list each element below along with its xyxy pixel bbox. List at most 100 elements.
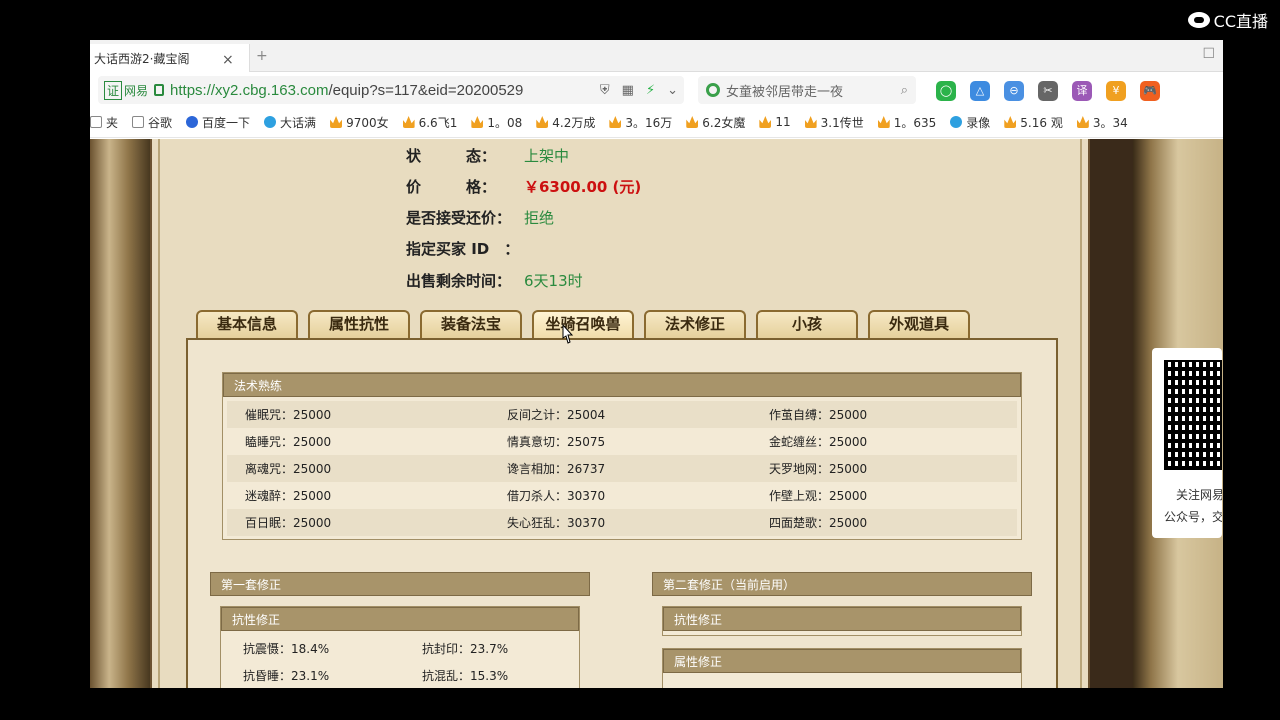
bookmark-item[interactable]: 3。34: [1076, 114, 1128, 131]
crown-icon: [536, 116, 549, 128]
browser-window: 大话西游2·藏宝阁 × + ☐ 证 网易 https://xy2.cbg.163…: [90, 40, 1223, 688]
bookmarks-bar: 夹 谷歌 百度一下 大话满 9700女 6.6飞1 1。08 4.2万成 3。16万 6.2女魔 1…: [90, 107, 1223, 138]
green-circle-icon[interactable]: ◯: [936, 81, 956, 101]
bookmark-item[interactable]: 1。08: [471, 114, 522, 131]
crown-icon: [877, 116, 890, 128]
search-engine-icon[interactable]: [706, 83, 720, 97]
translate-icon[interactable]: 译: [1072, 81, 1092, 101]
skill-cell: 天罗地网：25000: [769, 462, 868, 476]
scissors-icon[interactable]: ✂: [1038, 81, 1058, 101]
bookmark-item[interactable]: 9700女: [330, 114, 389, 131]
window-menu-icon[interactable]: ☐: [1202, 46, 1215, 62]
bookmark-item[interactable]: 3。16万: [609, 114, 672, 131]
detail-tabs: 基本信息 属性抗性 装备法宝 坐骑召唤兽 法术修正 小孩 外观道具: [196, 310, 970, 338]
bookmark-item[interactable]: 百度一下: [186, 114, 250, 131]
set1-resist-title: 抗性修正: [221, 607, 579, 631]
bookmark-item[interactable]: 11: [759, 115, 791, 129]
grid-icon[interactable]: ▦: [622, 83, 634, 98]
tab-close-icon[interactable]: ×: [222, 52, 234, 68]
bookmark-label: 6.6飞1: [418, 115, 458, 130]
tab-2[interactable]: 装备法宝: [420, 310, 522, 338]
bookmark-item[interactable]: 1。635: [877, 114, 936, 131]
set2-attr-title: 属性修正: [663, 649, 1021, 673]
skill-cell: 离魂咒：25000: [245, 462, 332, 476]
crown-icon: [1076, 116, 1089, 128]
doc-icon: [132, 116, 145, 128]
price-value: ￥6300.00 (元): [524, 178, 642, 196]
triangle-app-icon[interactable]: △: [970, 81, 990, 101]
tab-5[interactable]: 小孩: [756, 310, 858, 338]
set1-title: 第一套修正: [210, 572, 590, 596]
info-price: 价 格： ￥6300.00 (元): [406, 176, 641, 197]
qr-line2: 公众号，交: [1164, 510, 1222, 524]
new-tab-icon[interactable]: +: [256, 48, 268, 64]
table-row: 抗昏睡：23.1% 抗混乱：15.3%: [221, 662, 579, 688]
browser-tab[interactable]: 大话西游2·藏宝阁 ×: [90, 44, 250, 72]
tab-4[interactable]: 法术修正: [644, 310, 746, 338]
page-content: 状 态： 上架中 价 格： ￥6300.00 (元) 是否接受还价： 拒绝 指定…: [90, 139, 1223, 688]
bookmark-label: 百度一下: [202, 115, 251, 130]
crown-icon: [330, 116, 343, 128]
skill-proficiency-box: 法术熟练 催眠咒：25000 反间之计：25004 作茧自缚：25000 瞌睡咒：25…: [222, 372, 1022, 540]
table-row: 离魂咒：25000 谗言相加：26737 天罗地网：25000: [227, 455, 1017, 482]
tab-1[interactable]: 属性抗性: [308, 310, 410, 338]
skill-cell: 失心狂乱：30370: [507, 516, 606, 530]
game-controller-icon[interactable]: 🎮: [1140, 81, 1160, 101]
bookmark-label: 3.1传世: [820, 115, 864, 130]
yuan-shield-icon[interactable]: ¥: [1106, 81, 1126, 101]
shield-icon[interactable]: ⛨: [600, 83, 610, 98]
table-row: 迷魂醉：25000 借刀杀人：30370 作壁上观：25000: [227, 482, 1017, 509]
lightning-icon[interactable]: ⚡: [646, 83, 655, 98]
chevron-down-icon[interactable]: ⌄: [667, 83, 678, 98]
skill-proficiency-title: 法术熟练: [223, 373, 1021, 397]
resist-cell: 抗混乱：15.3%: [422, 669, 509, 683]
bookmark-label: 1。08: [487, 115, 523, 130]
search-input[interactable]: 女童被邻居带走一夜 ⌕: [698, 76, 916, 104]
skill-cell: 反间之计：25004: [507, 408, 606, 422]
doc-icon: [90, 116, 102, 128]
bookmark-label: 4.2万成: [552, 115, 596, 130]
tab-3[interactable]: 坐骑召唤兽: [532, 310, 634, 338]
bookmark-item[interactable]: 录像: [950, 114, 990, 131]
table-row: 催眠咒：25000 反间之计：25004 作茧自缚：25000: [227, 401, 1017, 428]
bookmark-label: 3。34: [1092, 115, 1128, 130]
bookmark-item[interactable]: 谷歌: [132, 114, 172, 131]
lock-icon: [154, 84, 165, 96]
crown-icon: [1004, 116, 1017, 128]
toolbar-icons: ◯ △ ⊖ ✂ 译 ¥ 🎮: [936, 81, 1160, 101]
bookmark-item[interactable]: 夹: [90, 114, 118, 131]
minus-circle-icon[interactable]: ⊖: [1004, 81, 1024, 101]
bookmark-item[interactable]: 4.2万成: [536, 114, 595, 131]
search-icon[interactable]: ⌕: [901, 83, 908, 98]
resist-cell: 抗封印：23.7%: [422, 642, 509, 656]
bookmark-label: 9700女: [346, 115, 389, 130]
bookmark-label: 3。16万: [625, 115, 673, 130]
set2-resist-box: 抗性修正: [662, 606, 1022, 636]
bookmark-item[interactable]: 大话满: [264, 114, 316, 131]
skill-cell: 作茧自缚：25000: [769, 408, 868, 422]
skill-cell: 迷魂醉：25000: [245, 489, 332, 503]
set1-resist-box: 抗性修正 抗震慑：18.4% 抗封印：23.7% 抗昏睡：23.1% 抗混乱：15.3…: [220, 606, 580, 688]
url-input[interactable]: 证 网易 https://xy2.cbg.163.com/equip?s=117…: [98, 76, 684, 104]
bookmark-item[interactable]: 5.16 观: [1004, 114, 1063, 131]
address-bar: 证 网易 https://xy2.cbg.163.com/equip?s=117…: [90, 73, 1223, 107]
bookmark-item[interactable]: 6.6飞1: [402, 114, 458, 131]
cert-badge[interactable]: 证: [104, 80, 123, 100]
time-value: 6天13时: [524, 272, 583, 290]
bookmark-item[interactable]: 3.1传世: [804, 114, 864, 131]
url-actions: ⛨ ▦ ⚡ ⌄: [600, 83, 678, 98]
qr-card[interactable]: 关注网易 公众号，交: [1152, 348, 1222, 538]
bookmark-label: 大话满: [280, 115, 317, 130]
tab-6[interactable]: 外观道具: [868, 310, 970, 338]
tab-0[interactable]: 基本信息: [196, 310, 298, 338]
info-time: 出售剩余时间： 6天13时: [406, 270, 583, 291]
crown-icon: [686, 116, 699, 128]
skill-cell: 百日眠：25000: [245, 516, 332, 530]
table-row: 抗震慑：18.4% 抗封印：23.7%: [221, 635, 579, 662]
mouse-cursor-icon: [562, 324, 574, 344]
resist-cell: 抗震慑：18.4%: [243, 642, 330, 656]
url-text[interactable]: https://xy2.cbg.163.com/equip?s=117&eid=…: [170, 82, 592, 99]
table-row: 瞌睡咒：25000 情真意切：25075 金蛇缠丝：25000: [227, 428, 1017, 455]
bookmark-item[interactable]: 6.2女魔: [686, 114, 745, 131]
crown-icon: [402, 116, 415, 128]
